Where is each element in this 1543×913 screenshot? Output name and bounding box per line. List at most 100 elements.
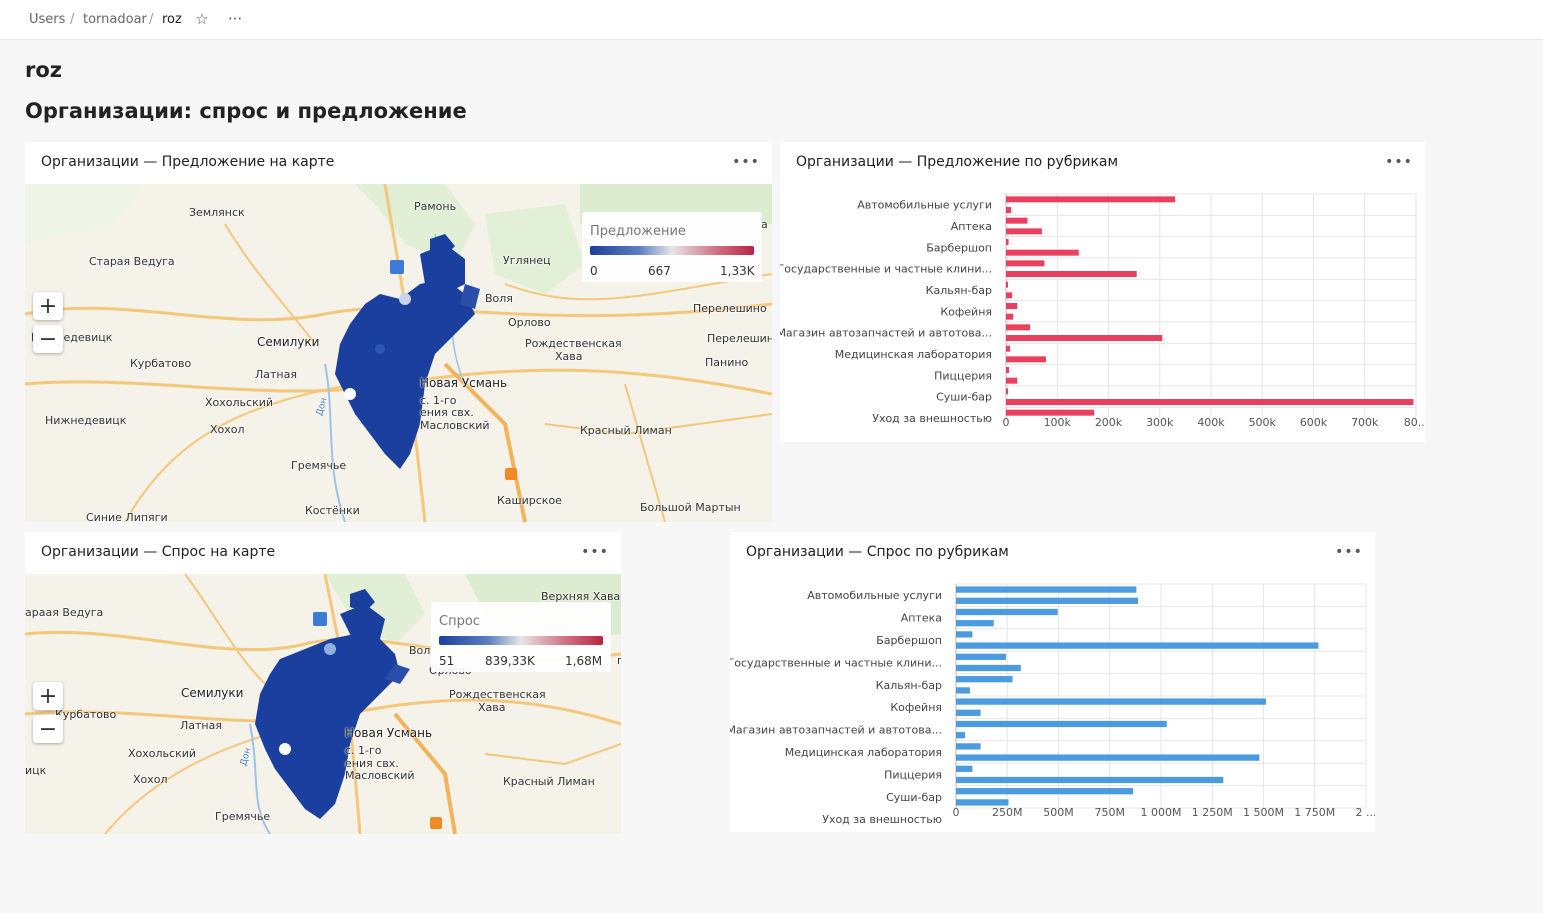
bar bbox=[1006, 239, 1009, 245]
map-place-label: Большой Мартын bbox=[640, 501, 741, 514]
bar bbox=[956, 653, 1007, 660]
category-label: Барбершоп bbox=[876, 634, 942, 647]
map-place-label: араая Ведуга bbox=[25, 606, 104, 619]
map-place-label: Синие Липяги bbox=[86, 511, 168, 522]
map-place-label: Масловский bbox=[345, 769, 415, 782]
map-place-label: Красный Лиман bbox=[503, 775, 595, 788]
breadcrumb-tornadoar[interactable]: tornadoar bbox=[83, 12, 147, 27]
map-place-label: Новая Усмань bbox=[345, 726, 433, 740]
legend-mid: 839,33K bbox=[485, 654, 535, 668]
more-options-icon[interactable]: ··· bbox=[224, 8, 246, 30]
tick-label: 2 ... bbox=[1356, 806, 1376, 819]
tick-label: 0 bbox=[953, 806, 960, 819]
map-place-label: Рождественская bbox=[449, 688, 546, 701]
breadcrumb-separator: / bbox=[70, 12, 75, 27]
bar bbox=[956, 698, 1266, 705]
bar bbox=[956, 799, 1009, 806]
map-place-label: Землянск bbox=[189, 206, 245, 219]
supply-map-widget: Организации — Предложение на карте ••• З… bbox=[25, 142, 772, 522]
tick-label: 1 750M bbox=[1294, 806, 1335, 819]
category-label: Кальян-бар bbox=[926, 284, 992, 297]
zoom-out-button[interactable]: − bbox=[33, 715, 63, 743]
tick-label: 400k bbox=[1197, 416, 1225, 429]
supply-bar-chart: Автомобильные услуги Аптека Барбершоп Госуд… bbox=[780, 193, 1425, 429]
map-place-label: Вол bbox=[409, 644, 431, 657]
map-place-label: Красный Лиман bbox=[580, 424, 672, 437]
page-title: roz bbox=[25, 58, 63, 82]
tick-label: 80... bbox=[1404, 416, 1425, 429]
category-label: Кальян-бар bbox=[876, 679, 942, 692]
bar bbox=[956, 608, 1058, 616]
bar bbox=[956, 676, 1013, 683]
map-place-label: Латная bbox=[255, 368, 297, 381]
legend-min: 0 bbox=[590, 264, 598, 278]
legend-min: 51 bbox=[439, 654, 455, 668]
breadcrumb-users[interactable]: Users bbox=[29, 12, 65, 27]
map-place-label: Костёнки bbox=[305, 504, 360, 517]
category-label: Магазин автозапчастей и автотова... bbox=[780, 327, 992, 340]
map-place-label: Рождественская bbox=[525, 337, 622, 350]
map-place-label: г bbox=[617, 654, 621, 667]
tick-label: 200k bbox=[1095, 416, 1123, 429]
legend-gradient bbox=[439, 636, 603, 645]
category-label: Пиццерия bbox=[884, 768, 942, 781]
supply-map[interactable]: Землянск Рамонь Старая Ведуга Углянец Во… bbox=[25, 184, 772, 522]
map-place-label: Хава bbox=[555, 350, 583, 363]
demand-bar-chart: Автомобильные услуги Аптека Барбершоп Госуд… bbox=[730, 583, 1376, 826]
tick-label: 0 bbox=[1003, 416, 1010, 429]
section-title: Организации: спрос и предложение bbox=[25, 99, 467, 123]
tick-label: 1 500M bbox=[1243, 806, 1284, 819]
category-label: Суши-бар bbox=[936, 391, 992, 404]
bar bbox=[956, 597, 1139, 604]
category-label: Кофейня bbox=[890, 701, 942, 714]
bar bbox=[956, 586, 1137, 593]
bar bbox=[956, 687, 970, 694]
category-label: Суши-бар bbox=[886, 791, 942, 804]
tick-label: 1 000M bbox=[1141, 806, 1182, 819]
bar bbox=[1006, 388, 1009, 395]
legend-title: Предложение bbox=[590, 224, 686, 239]
bar bbox=[956, 765, 973, 772]
category-label: Медицинская лаборатория bbox=[785, 746, 942, 759]
zoom-in-button[interactable]: + bbox=[33, 292, 63, 320]
bar bbox=[1006, 281, 1008, 288]
more-horizontal-icon[interactable]: ••• bbox=[732, 152, 759, 172]
bar bbox=[956, 754, 1260, 761]
bar bbox=[1006, 377, 1018, 384]
bar bbox=[1006, 207, 1012, 213]
category-label: Пиццерия bbox=[934, 369, 992, 382]
map-place-label: Новая Усмань bbox=[420, 376, 508, 390]
map-place-label: Хохол bbox=[210, 423, 245, 436]
map-place-label: Нижнедевицк bbox=[45, 414, 127, 427]
bar bbox=[956, 743, 981, 750]
category-label: Государственные и частные клини... bbox=[780, 263, 992, 276]
star-icon[interactable]: ☆ bbox=[191, 8, 213, 30]
tick-label: 100k bbox=[1044, 416, 1072, 429]
more-horizontal-icon[interactable]: ••• bbox=[581, 542, 608, 562]
bar bbox=[1006, 271, 1137, 277]
category-label: Автомобильные услуги bbox=[857, 199, 992, 212]
demand-map[interactable]: араая Ведуга Верхняя Хава Вол Орлово Сем… bbox=[25, 574, 621, 834]
tick-label: 300k bbox=[1146, 416, 1174, 429]
map-place-label: Курбатово bbox=[130, 357, 192, 370]
widget-title: Организации — Предложение на карте bbox=[41, 154, 335, 170]
map-place-label: Перелешинс bbox=[707, 332, 772, 345]
widget-title: Организации — Спрос на карте bbox=[41, 544, 276, 560]
zoom-in-button[interactable]: + bbox=[33, 682, 63, 710]
map-place-label: Углянец bbox=[503, 254, 551, 267]
legend-max: 1,33K bbox=[720, 264, 755, 278]
map-place-label: Хохольский bbox=[205, 396, 274, 409]
minus-icon: − bbox=[38, 326, 58, 352]
map-legend: Предложение 0 667 1,33K bbox=[582, 212, 762, 282]
bar bbox=[1006, 196, 1176, 203]
map-place-label: Панино bbox=[705, 356, 749, 369]
bar bbox=[1006, 409, 1095, 416]
tick-label: 250M bbox=[992, 806, 1023, 819]
zoom-out-button[interactable]: − bbox=[33, 325, 63, 353]
map-place-label: Семилуки bbox=[257, 335, 320, 349]
bar bbox=[1006, 367, 1010, 373]
bar bbox=[1006, 249, 1079, 256]
map-place-label: Воля bbox=[485, 292, 513, 305]
top-bar: Users / tornadoar / roz ☆ ··· bbox=[0, 0, 1543, 40]
map-place-label: с. 1-го bbox=[345, 744, 382, 757]
